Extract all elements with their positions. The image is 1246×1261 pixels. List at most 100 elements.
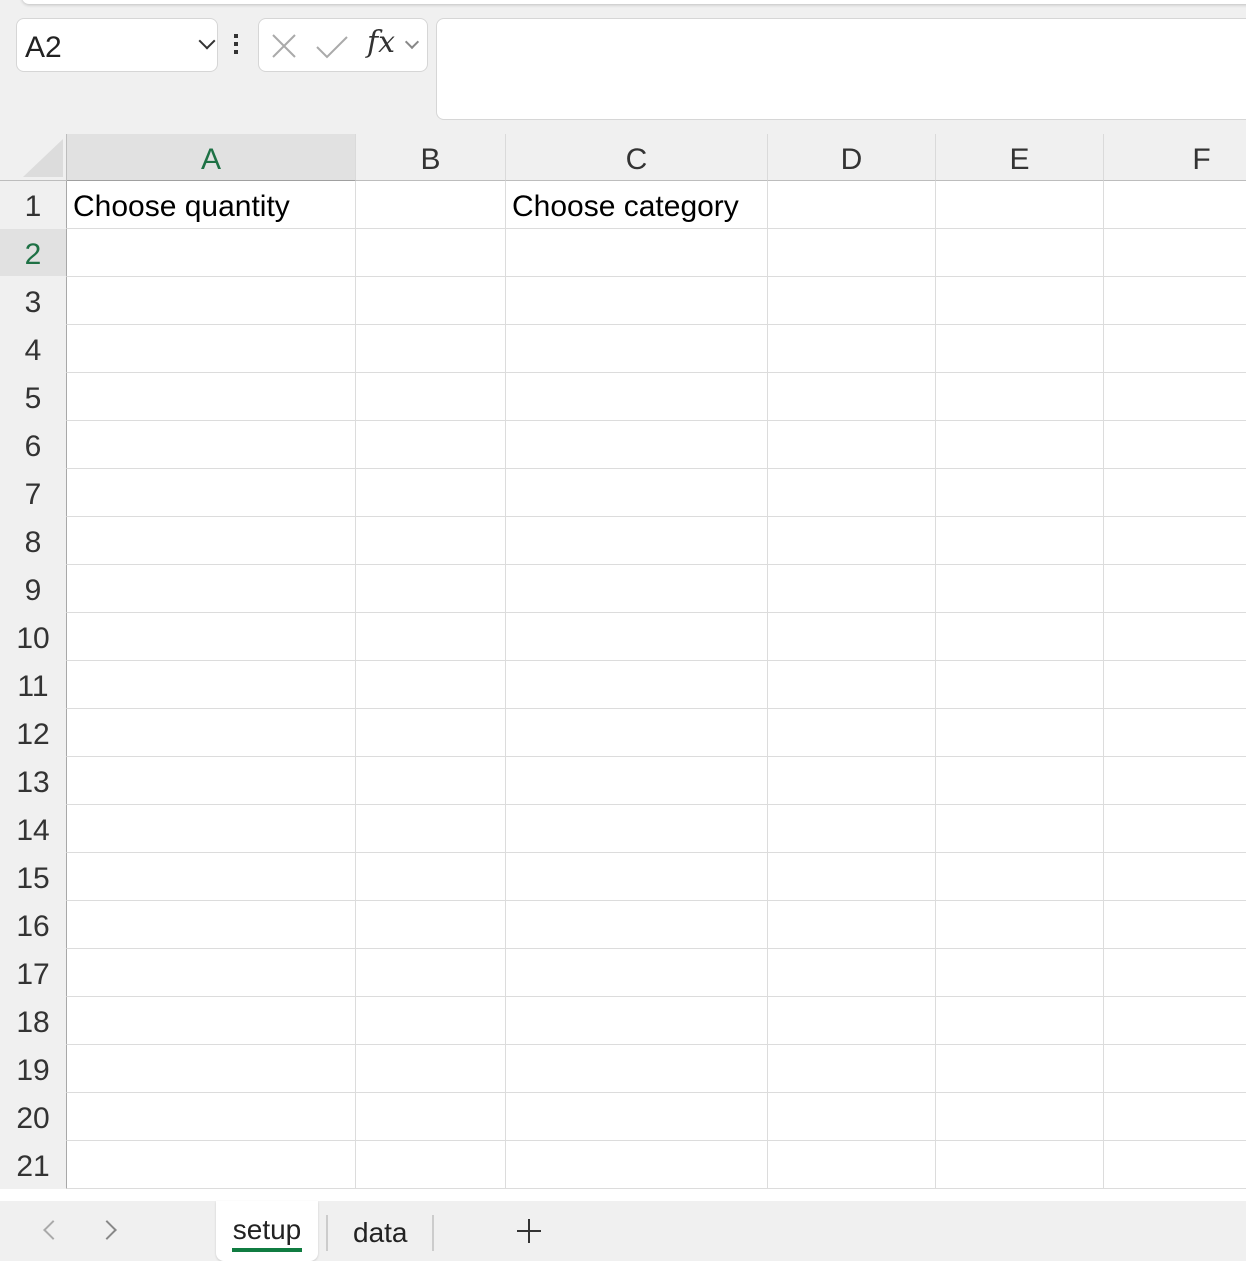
cell-A12[interactable] — [67, 709, 356, 757]
cell-C19[interactable] — [506, 1045, 768, 1093]
cell-C4[interactable] — [506, 325, 768, 373]
cell-F19[interactable] — [1104, 1045, 1246, 1093]
cell-C13[interactable] — [506, 757, 768, 805]
cell-F17[interactable] — [1104, 949, 1246, 997]
row-header-7[interactable]: 7 — [0, 469, 67, 517]
more-options-icon[interactable] — [234, 34, 240, 58]
cell-A16[interactable] — [67, 901, 356, 949]
cell-E5[interactable] — [936, 373, 1104, 421]
cell-C21[interactable] — [506, 1141, 768, 1189]
cell-F21[interactable] — [1104, 1141, 1246, 1189]
cell-E17[interactable] — [936, 949, 1104, 997]
sheet-tab-data[interactable]: data — [353, 1217, 408, 1249]
cell-D3[interactable] — [768, 277, 936, 325]
row-header-5[interactable]: 5 — [0, 373, 67, 421]
column-header-c[interactable]: C — [506, 134, 768, 181]
scroll-right-icon[interactable] — [97, 1220, 117, 1240]
cell-F8[interactable] — [1104, 517, 1246, 565]
cell-D10[interactable] — [768, 613, 936, 661]
cell-E1[interactable] — [936, 181, 1104, 229]
cell-A6[interactable] — [67, 421, 356, 469]
row-header-13[interactable]: 13 — [0, 757, 67, 805]
formula-input[interactable] — [436, 18, 1246, 120]
row-header-14[interactable]: 14 — [0, 805, 67, 853]
cell-B2[interactable] — [356, 229, 506, 277]
column-header-a[interactable]: A — [67, 134, 356, 181]
insert-function-icon[interactable]: fx — [367, 25, 395, 60]
cell-B16[interactable] — [356, 901, 506, 949]
cell-B21[interactable] — [356, 1141, 506, 1189]
cell-E3[interactable] — [936, 277, 1104, 325]
cell-D2[interactable] — [768, 229, 936, 277]
cell-C1[interactable]: Choose category — [506, 181, 768, 229]
cell-F14[interactable] — [1104, 805, 1246, 853]
cell-F10[interactable] — [1104, 613, 1246, 661]
cell-A18[interactable] — [67, 997, 356, 1045]
cell-A10[interactable] — [67, 613, 356, 661]
cell-D16[interactable] — [768, 901, 936, 949]
add-sheet-icon[interactable] — [517, 1219, 541, 1243]
cell-A20[interactable] — [67, 1093, 356, 1141]
cell-B17[interactable] — [356, 949, 506, 997]
cell-B19[interactable] — [356, 1045, 506, 1093]
cell-B8[interactable] — [356, 517, 506, 565]
cell-E18[interactable] — [936, 997, 1104, 1045]
cell-D15[interactable] — [768, 853, 936, 901]
cell-C18[interactable] — [506, 997, 768, 1045]
row-header-21[interactable]: 21 — [0, 1141, 67, 1189]
cell-A2[interactable] — [67, 229, 356, 277]
cell-B12[interactable] — [356, 709, 506, 757]
cell-C12[interactable] — [506, 709, 768, 757]
row-header-15[interactable]: 15 — [0, 853, 67, 901]
cell-F3[interactable] — [1104, 277, 1246, 325]
cell-A21[interactable] — [67, 1141, 356, 1189]
cell-F2[interactable] — [1104, 229, 1246, 277]
cell-D9[interactable] — [768, 565, 936, 613]
cell-D4[interactable] — [768, 325, 936, 373]
cell-C16[interactable] — [506, 901, 768, 949]
cell-E13[interactable] — [936, 757, 1104, 805]
cell-E12[interactable] — [936, 709, 1104, 757]
cell-A14[interactable] — [67, 805, 356, 853]
cell-E2[interactable] — [936, 229, 1104, 277]
cell-E21[interactable] — [936, 1141, 1104, 1189]
cell-A11[interactable] — [67, 661, 356, 709]
expand-chevron-icon[interactable] — [404, 34, 420, 50]
cell-D18[interactable] — [768, 997, 936, 1045]
cell-C7[interactable] — [506, 469, 768, 517]
cell-C2[interactable] — [506, 229, 768, 277]
column-header-d[interactable]: D — [768, 134, 936, 181]
cell-C15[interactable] — [506, 853, 768, 901]
cell-F11[interactable] — [1104, 661, 1246, 709]
cell-E7[interactable] — [936, 469, 1104, 517]
cell-E19[interactable] — [936, 1045, 1104, 1093]
row-header-19[interactable]: 19 — [0, 1045, 67, 1093]
cell-B6[interactable] — [356, 421, 506, 469]
cell-C3[interactable] — [506, 277, 768, 325]
cell-C17[interactable] — [506, 949, 768, 997]
cell-D5[interactable] — [768, 373, 936, 421]
cell-D20[interactable] — [768, 1093, 936, 1141]
cell-A5[interactable] — [67, 373, 356, 421]
cell-E14[interactable] — [936, 805, 1104, 853]
cell-B10[interactable] — [356, 613, 506, 661]
cell-E10[interactable] — [936, 613, 1104, 661]
cell-E16[interactable] — [936, 901, 1104, 949]
cell-C10[interactable] — [506, 613, 768, 661]
cell-B13[interactable] — [356, 757, 506, 805]
cell-E9[interactable] — [936, 565, 1104, 613]
cell-F13[interactable] — [1104, 757, 1246, 805]
cell-A8[interactable] — [67, 517, 356, 565]
cell-B14[interactable] — [356, 805, 506, 853]
column-header-b[interactable]: B — [356, 134, 506, 181]
cell-C20[interactable] — [506, 1093, 768, 1141]
cell-D14[interactable] — [768, 805, 936, 853]
cell-A9[interactable] — [67, 565, 356, 613]
row-header-4[interactable]: 4 — [0, 325, 67, 373]
enter-check-icon[interactable] — [315, 33, 349, 59]
cell-E6[interactable] — [936, 421, 1104, 469]
cell-A1[interactable]: Choose quantity — [67, 181, 356, 229]
column-header-f[interactable]: F — [1104, 134, 1246, 181]
cell-D21[interactable] — [768, 1141, 936, 1189]
cell-F4[interactable] — [1104, 325, 1246, 373]
